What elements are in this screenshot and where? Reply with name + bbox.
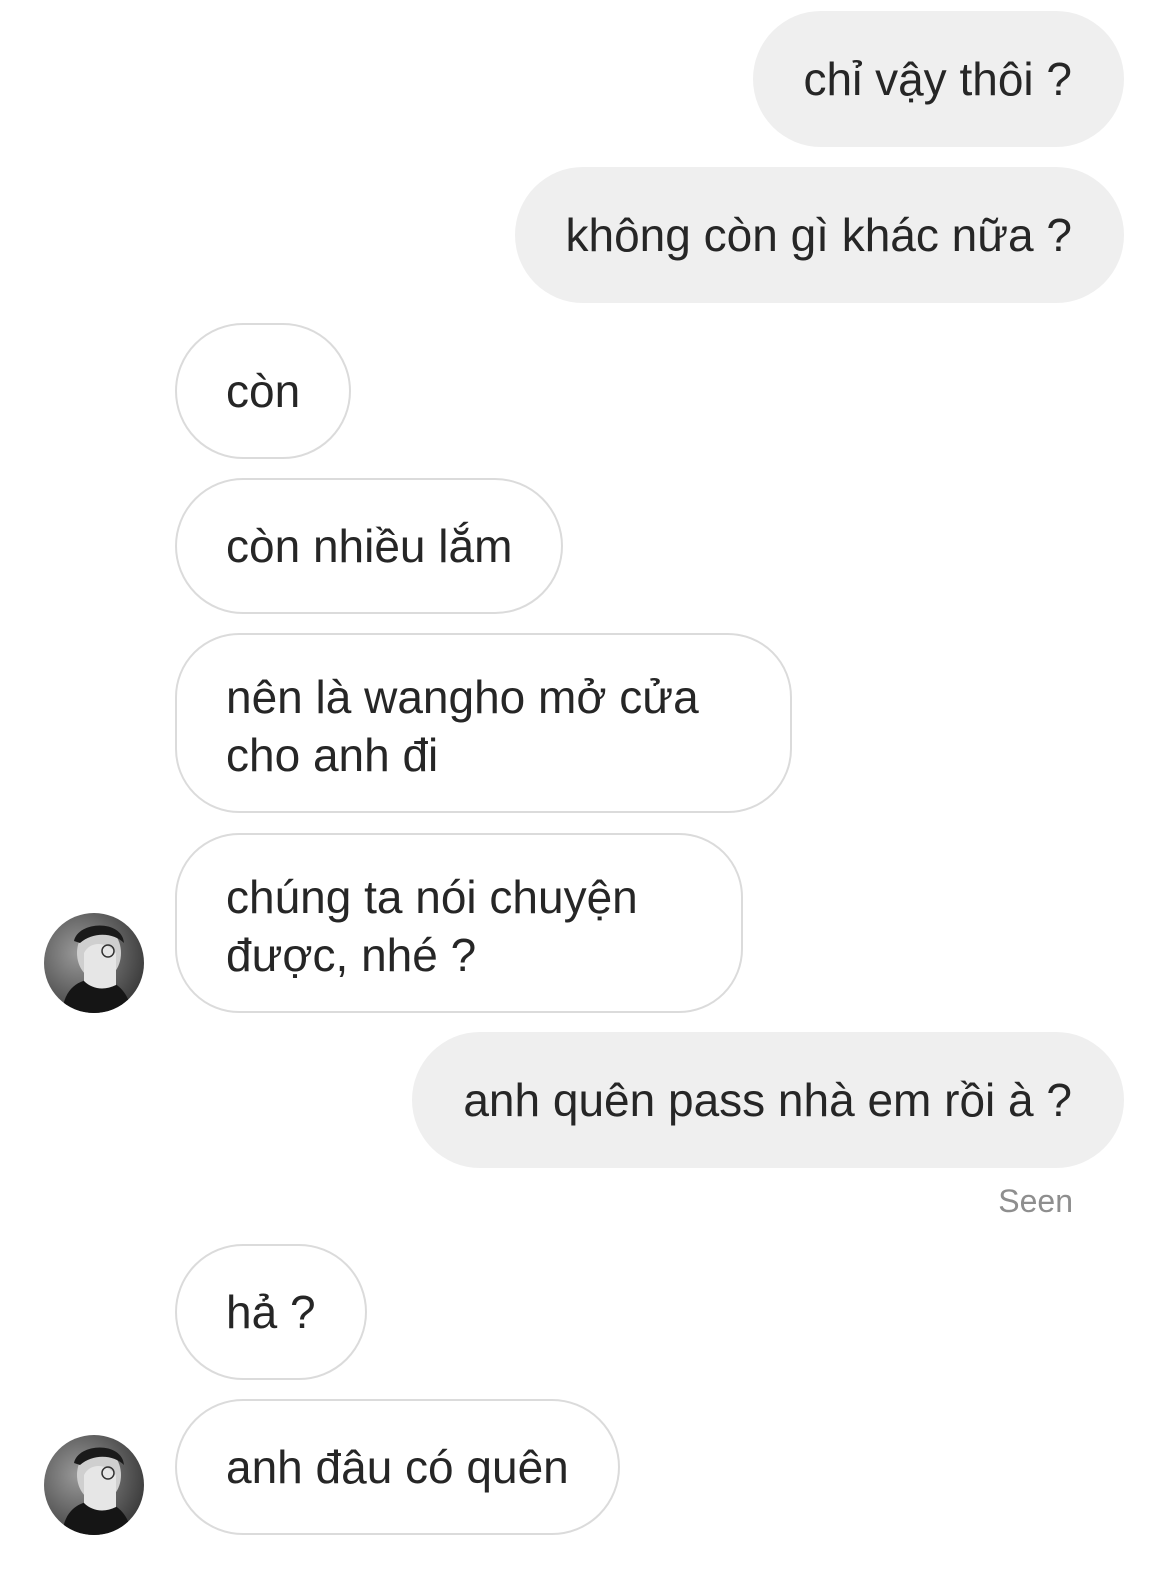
incoming-message[interactable]: chúng ta nói chuyện được, nhé ? bbox=[175, 833, 743, 1013]
sender-avatar[interactable] bbox=[44, 1435, 144, 1535]
profile-avatar-icon bbox=[44, 1435, 144, 1535]
outgoing-message[interactable]: chỉ vậy thôi ? bbox=[752, 11, 1124, 147]
incoming-message[interactable]: anh đâu có quên bbox=[175, 1399, 620, 1535]
incoming-message[interactable]: còn nhiều lắm bbox=[175, 478, 564, 614]
outgoing-message[interactable]: không còn gì khác nữa ? bbox=[514, 167, 1124, 303]
outgoing-message[interactable]: anh quên pass nhà em rồi à ? bbox=[412, 1032, 1124, 1168]
sender-avatar[interactable] bbox=[44, 913, 144, 1013]
incoming-message[interactable]: nên là wangho mở cửa cho anh đi bbox=[175, 633, 792, 813]
seen-status: Seen bbox=[998, 1183, 1073, 1219]
profile-avatar-icon bbox=[44, 913, 144, 1013]
incoming-message[interactable]: hả ? bbox=[175, 1244, 367, 1380]
incoming-message[interactable]: còn bbox=[175, 323, 352, 459]
